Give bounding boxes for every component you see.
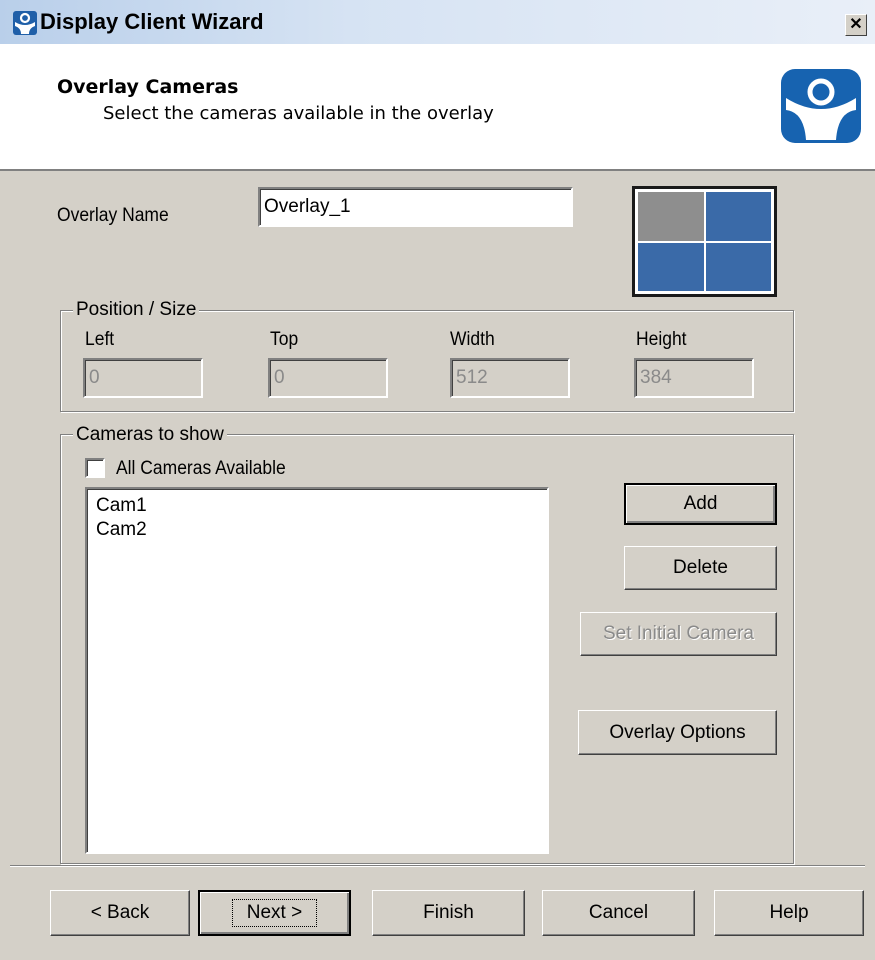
preview-cell-3[interactable] xyxy=(638,242,704,291)
left-label: Left xyxy=(85,329,115,350)
delete-button-label: Delete xyxy=(673,557,728,578)
top-label: Top xyxy=(270,329,299,350)
close-button[interactable]: ✕ xyxy=(845,14,867,36)
overlay-options-button[interactable]: Overlay Options xyxy=(578,710,777,755)
help-button-label: Help xyxy=(769,902,809,923)
wizard-body: Overlay Name Position / Size Left Top Wi… xyxy=(0,171,875,960)
close-icon: ✕ xyxy=(849,16,863,33)
title-bar: Display Client Wizard ✕ xyxy=(0,0,875,44)
overlay-options-label: Overlay Options xyxy=(609,721,746,743)
window-title: Display Client Wizard xyxy=(40,9,264,34)
height-input[interactable] xyxy=(634,358,754,398)
next-button[interactable]: Next > xyxy=(198,890,351,936)
preview-cell-4[interactable] xyxy=(705,242,771,291)
overlay-layout-preview[interactable] xyxy=(632,186,777,297)
top-input[interactable] xyxy=(268,358,388,398)
add-button-label: Add xyxy=(683,493,718,514)
left-input[interactable] xyxy=(83,358,203,398)
next-button-label: Next > xyxy=(231,899,318,927)
position-size-legend: Position / Size xyxy=(73,299,200,321)
cancel-button-label: Cancel xyxy=(588,902,649,923)
set-initial-camera-label: Set Initial Camera xyxy=(602,623,754,644)
app-icon xyxy=(13,11,37,35)
camera-list[interactable]: Cam1 Cam2 xyxy=(85,487,549,854)
all-cameras-checkbox[interactable] xyxy=(85,458,105,478)
page-subtitle: Select the cameras available in the over… xyxy=(103,103,494,124)
set-initial-camera-button[interactable]: Set Initial Camera xyxy=(580,612,777,656)
list-item[interactable]: Cam1 xyxy=(87,494,547,518)
width-label: Width xyxy=(450,329,495,350)
overlay-name-label: Overlay Name xyxy=(57,205,169,226)
delete-camera-button[interactable]: Delete xyxy=(624,546,777,590)
back-button[interactable]: < Back xyxy=(50,890,190,936)
overlay-name-input[interactable] xyxy=(258,187,573,227)
cancel-button[interactable]: Cancel xyxy=(542,890,695,936)
footer-separator xyxy=(10,865,865,867)
preview-cell-2[interactable] xyxy=(705,192,771,241)
all-cameras-label[interactable]: All Cameras Available xyxy=(116,458,286,480)
back-button-label: < Back xyxy=(90,902,150,923)
cameras-legend: Cameras to show xyxy=(73,424,227,446)
finish-button-label: Finish xyxy=(423,902,474,923)
wizard-header: Overlay Cameras Select the cameras avail… xyxy=(0,44,875,171)
preview-cell-1[interactable] xyxy=(638,192,704,241)
terminal-server-person-logo-icon xyxy=(781,69,861,143)
list-item[interactable]: Cam2 xyxy=(87,518,547,542)
page-title: Overlay Cameras xyxy=(57,76,239,98)
add-camera-button[interactable]: Add xyxy=(624,483,777,525)
height-label: Height xyxy=(636,329,687,350)
help-button[interactable]: Help xyxy=(714,890,864,936)
finish-button[interactable]: Finish xyxy=(372,890,525,936)
width-input[interactable] xyxy=(450,358,570,398)
